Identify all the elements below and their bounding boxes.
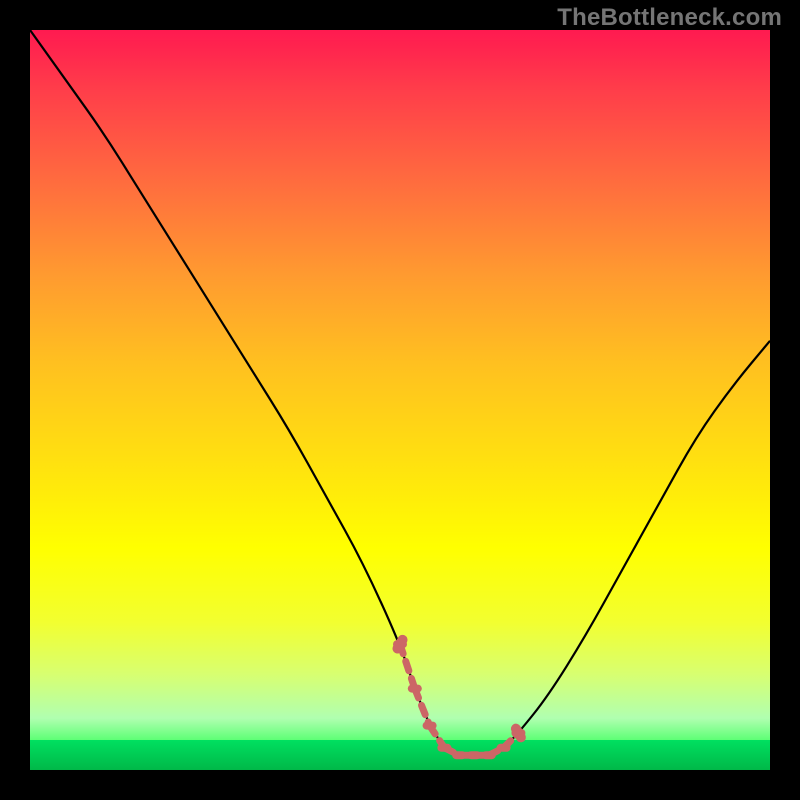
curve-svg bbox=[30, 30, 770, 770]
optimal-zone-markers bbox=[391, 633, 528, 759]
watermark-text: TheBottleneck.com bbox=[557, 4, 782, 32]
chart-frame: TheBottleneck.com bbox=[0, 0, 800, 800]
plot-area bbox=[30, 30, 770, 770]
